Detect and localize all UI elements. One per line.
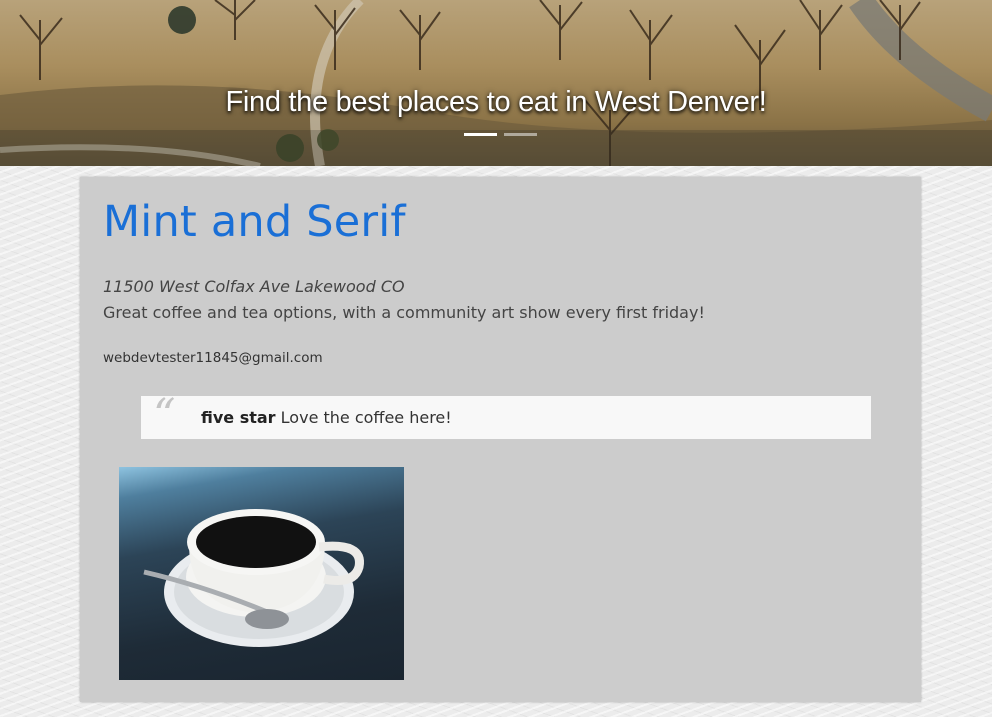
restaurant-card: Mint and Serif 11500 West Colfax Ave Lak… bbox=[80, 177, 921, 702]
carousel-indicators bbox=[464, 133, 544, 137]
quote-icon: “ bbox=[153, 390, 176, 441]
restaurant-name: Mint and Serif bbox=[103, 197, 406, 247]
hero-carousel: Find the best places to eat in West Denv… bbox=[0, 0, 992, 166]
park-landscape-image bbox=[0, 0, 992, 166]
carousel-indicator-2[interactable] bbox=[504, 133, 537, 136]
restaurant-description: Great coffee and tea options, with a com… bbox=[103, 303, 705, 322]
review-text: five star Love the coffee here! bbox=[201, 408, 452, 427]
review-body: Love the coffee here! bbox=[280, 408, 452, 427]
hero-caption: Find the best places to eat in West Denv… bbox=[225, 86, 767, 118]
restaurant-address: 11500 West Colfax Ave Lakewood CO bbox=[103, 277, 405, 296]
review-rating: five star bbox=[201, 408, 276, 427]
restaurant-email: webdevtester11845@gmail.com bbox=[103, 350, 323, 366]
carousel-indicator-1[interactable] bbox=[464, 133, 497, 136]
coffee-cup-image bbox=[119, 467, 404, 680]
review-quote: “ five star Love the coffee here! bbox=[141, 390, 871, 441]
